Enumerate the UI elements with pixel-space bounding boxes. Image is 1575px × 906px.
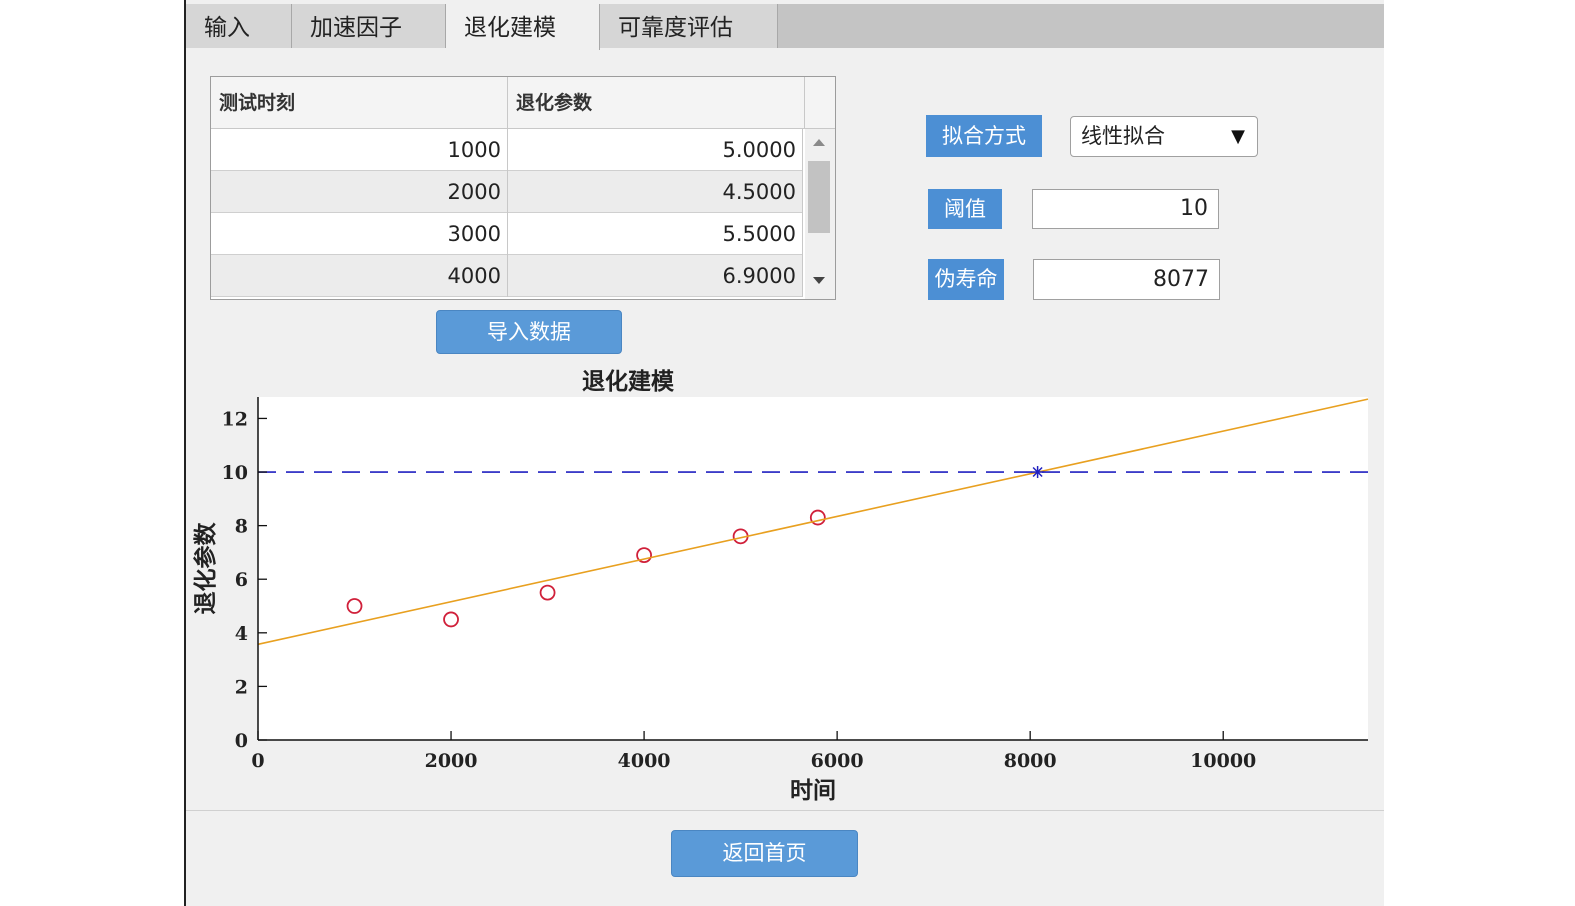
x-axis-label: 时间 xyxy=(790,778,836,804)
y-tick-label: 2 xyxy=(235,676,248,698)
degradation-chart: 0 2000 4000 6000 8000 10000 0 2 4 6 8 10 12 时间 退化参数 xyxy=(192,397,1369,804)
x-tick-label: 4000 xyxy=(618,750,671,772)
x-tick-label: 6000 xyxy=(811,750,864,772)
y-tick-label: 0 xyxy=(235,730,248,752)
x-tick-label: 10000 xyxy=(1190,750,1256,772)
y-tick-label: 8 xyxy=(235,516,248,538)
x-tick-label: 0 xyxy=(251,750,264,772)
y-axis-label: 退化参数 xyxy=(192,522,219,615)
y-tick-label: 6 xyxy=(235,569,248,591)
pseudo-life-asterisk-marker xyxy=(1031,466,1044,479)
y-tick-label: 12 xyxy=(222,408,248,430)
x-tick-label: 8000 xyxy=(1004,750,1057,772)
plot-area xyxy=(258,397,1368,740)
y-tick-label: 4 xyxy=(235,623,248,645)
y-tick-label: 10 xyxy=(222,462,248,484)
x-tick-label: 2000 xyxy=(425,750,478,772)
